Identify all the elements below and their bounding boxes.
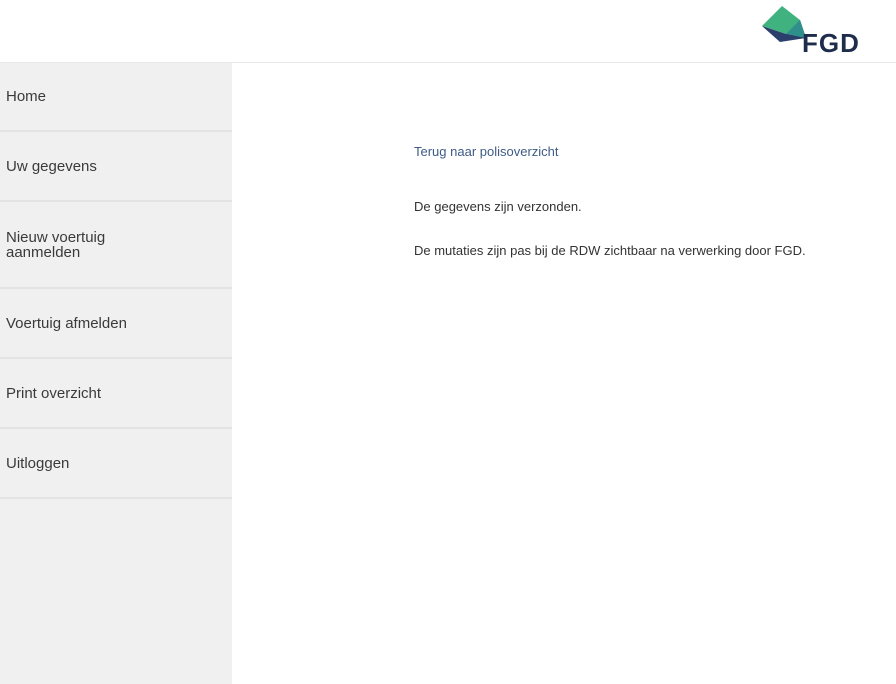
- sidebar-item-label: Uw gegevens: [6, 157, 97, 175]
- sidebar-item-label: Print overzicht: [6, 384, 102, 402]
- fgd-logo[interactable]: FGD: [760, 4, 870, 60]
- sidebar-item-nieuw-voertuig-aanmelden[interactable]: Nieuw voertuig aanmelden: [0, 202, 232, 289]
- sidebar-item-label: Uitloggen: [6, 454, 70, 472]
- main-content: Terug naar polisoverzicht De gegevens zi…: [232, 63, 896, 684]
- logo-text: FGD: [802, 28, 860, 58]
- sidebar-item-label: Voertuig afmelden: [6, 314, 127, 332]
- sidebar-item-uitloggen[interactable]: Uitloggen: [0, 429, 232, 499]
- sidebar-item-uw-gegevens[interactable]: Uw gegevens: [0, 132, 232, 202]
- confirmation-message: De gegevens zijn verzonden.: [414, 199, 582, 214]
- sidebar-nav: Home Uw gegevens Nieuw voertuig aanmelde…: [0, 63, 232, 684]
- sidebar-item-home[interactable]: Home: [0, 63, 232, 132]
- sidebar-item-print-overzicht[interactable]: Print overzicht: [0, 359, 232, 429]
- back-to-policy-overview-link[interactable]: Terug naar polisoverzicht: [414, 144, 559, 159]
- processing-note: De mutaties zijn pas bij de RDW zichtbaa…: [414, 243, 806, 258]
- sidebar-item-label: Home: [6, 88, 47, 105]
- sidebar-item-voertuig-afmelden[interactable]: Voertuig afmelden: [0, 289, 232, 359]
- header: FGD: [0, 0, 896, 63]
- sidebar-item-label: Nieuw voertuig aanmelden: [6, 228, 106, 261]
